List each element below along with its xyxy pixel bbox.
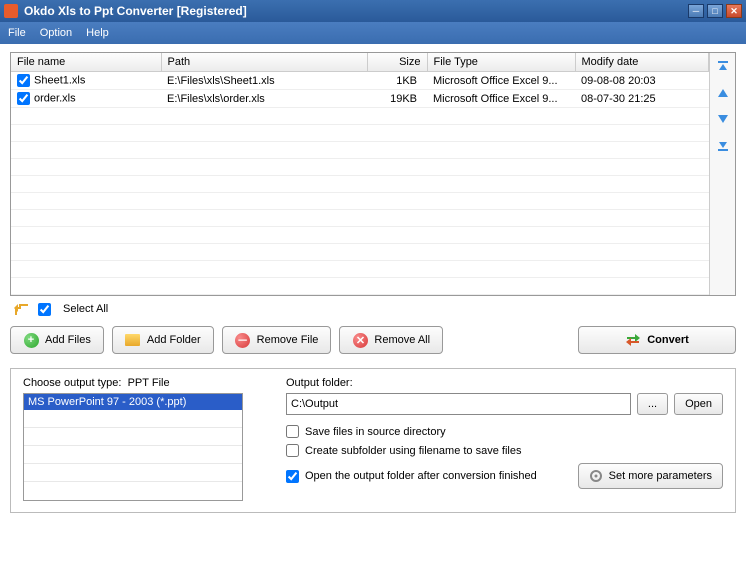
col-filename[interactable]: File name bbox=[11, 53, 161, 72]
set-parameters-button[interactable]: Set more parameters bbox=[578, 463, 723, 489]
move-down-icon[interactable] bbox=[715, 111, 731, 127]
menu-option[interactable]: Option bbox=[40, 27, 72, 39]
save-source-label[interactable]: Save files in source directory bbox=[305, 426, 446, 438]
output-type-list[interactable]: MS PowerPoint 97 - 2003 (*.ppt) bbox=[23, 393, 243, 501]
select-all-label[interactable]: Select All bbox=[63, 303, 108, 315]
menu-bar: File Option Help bbox=[0, 22, 746, 44]
output-type-value: PPT File bbox=[128, 377, 170, 389]
folder-icon bbox=[125, 334, 140, 346]
file-list: File name Path Size File Type Modify dat… bbox=[10, 52, 736, 296]
move-top-icon[interactable] bbox=[715, 59, 731, 75]
browse-button[interactable]: ... bbox=[637, 393, 668, 415]
maximize-button[interactable]: □ bbox=[707, 4, 723, 18]
move-up-icon[interactable] bbox=[715, 85, 731, 101]
convert-button[interactable]: Convert bbox=[578, 326, 736, 354]
x-icon: ✕ bbox=[353, 333, 368, 348]
close-button[interactable]: ✕ bbox=[726, 4, 742, 18]
open-after-label[interactable]: Open the output folder after conversion … bbox=[305, 470, 537, 482]
table-row[interactable]: order.xlsE:\Files\xls\order.xls19KBMicro… bbox=[11, 90, 709, 108]
save-source-checkbox[interactable] bbox=[286, 425, 299, 438]
output-folder-input[interactable] bbox=[286, 393, 631, 415]
select-all-checkbox[interactable] bbox=[38, 303, 51, 316]
minus-icon: － bbox=[235, 333, 250, 348]
plus-icon: + bbox=[24, 333, 39, 348]
menu-file[interactable]: File bbox=[8, 27, 26, 39]
gear-icon bbox=[589, 469, 603, 483]
create-subfolder-label[interactable]: Create subfolder using filename to save … bbox=[305, 445, 521, 457]
open-after-checkbox[interactable] bbox=[286, 470, 299, 483]
title-bar: Okdo Xls to Ppt Converter [Registered] ─… bbox=[0, 0, 746, 22]
file-checkbox[interactable] bbox=[17, 74, 30, 87]
col-path[interactable]: Path bbox=[161, 53, 367, 72]
add-folder-button[interactable]: Add Folder bbox=[112, 326, 214, 354]
remove-file-button[interactable]: －Remove File bbox=[222, 326, 332, 354]
window-title: Okdo Xls to Ppt Converter [Registered] bbox=[24, 4, 247, 18]
col-size[interactable]: Size bbox=[367, 53, 427, 72]
create-subfolder-checkbox[interactable] bbox=[286, 444, 299, 457]
table-row[interactable]: Sheet1.xlsE:\Files\xls\Sheet1.xls1KBMicr… bbox=[11, 72, 709, 90]
add-files-button[interactable]: +Add Files bbox=[10, 326, 104, 354]
output-folder-label: Output folder: bbox=[286, 377, 723, 389]
up-folder-icon[interactable] bbox=[14, 302, 30, 316]
col-modifydate[interactable]: Modify date bbox=[575, 53, 709, 72]
type-option-selected[interactable]: MS PowerPoint 97 - 2003 (*.ppt) bbox=[24, 394, 242, 410]
app-icon bbox=[4, 4, 18, 18]
file-checkbox[interactable] bbox=[17, 92, 30, 105]
col-filetype[interactable]: File Type bbox=[427, 53, 575, 72]
open-folder-button[interactable]: Open bbox=[674, 393, 723, 415]
output-type-label: Choose output type: bbox=[23, 377, 121, 389]
reorder-controls bbox=[709, 53, 735, 295]
move-bottom-icon[interactable] bbox=[715, 137, 731, 153]
convert-icon bbox=[625, 332, 641, 348]
minimize-button[interactable]: ─ bbox=[688, 4, 704, 18]
menu-help[interactable]: Help bbox=[86, 27, 109, 39]
remove-all-button[interactable]: ✕Remove All bbox=[339, 326, 443, 354]
